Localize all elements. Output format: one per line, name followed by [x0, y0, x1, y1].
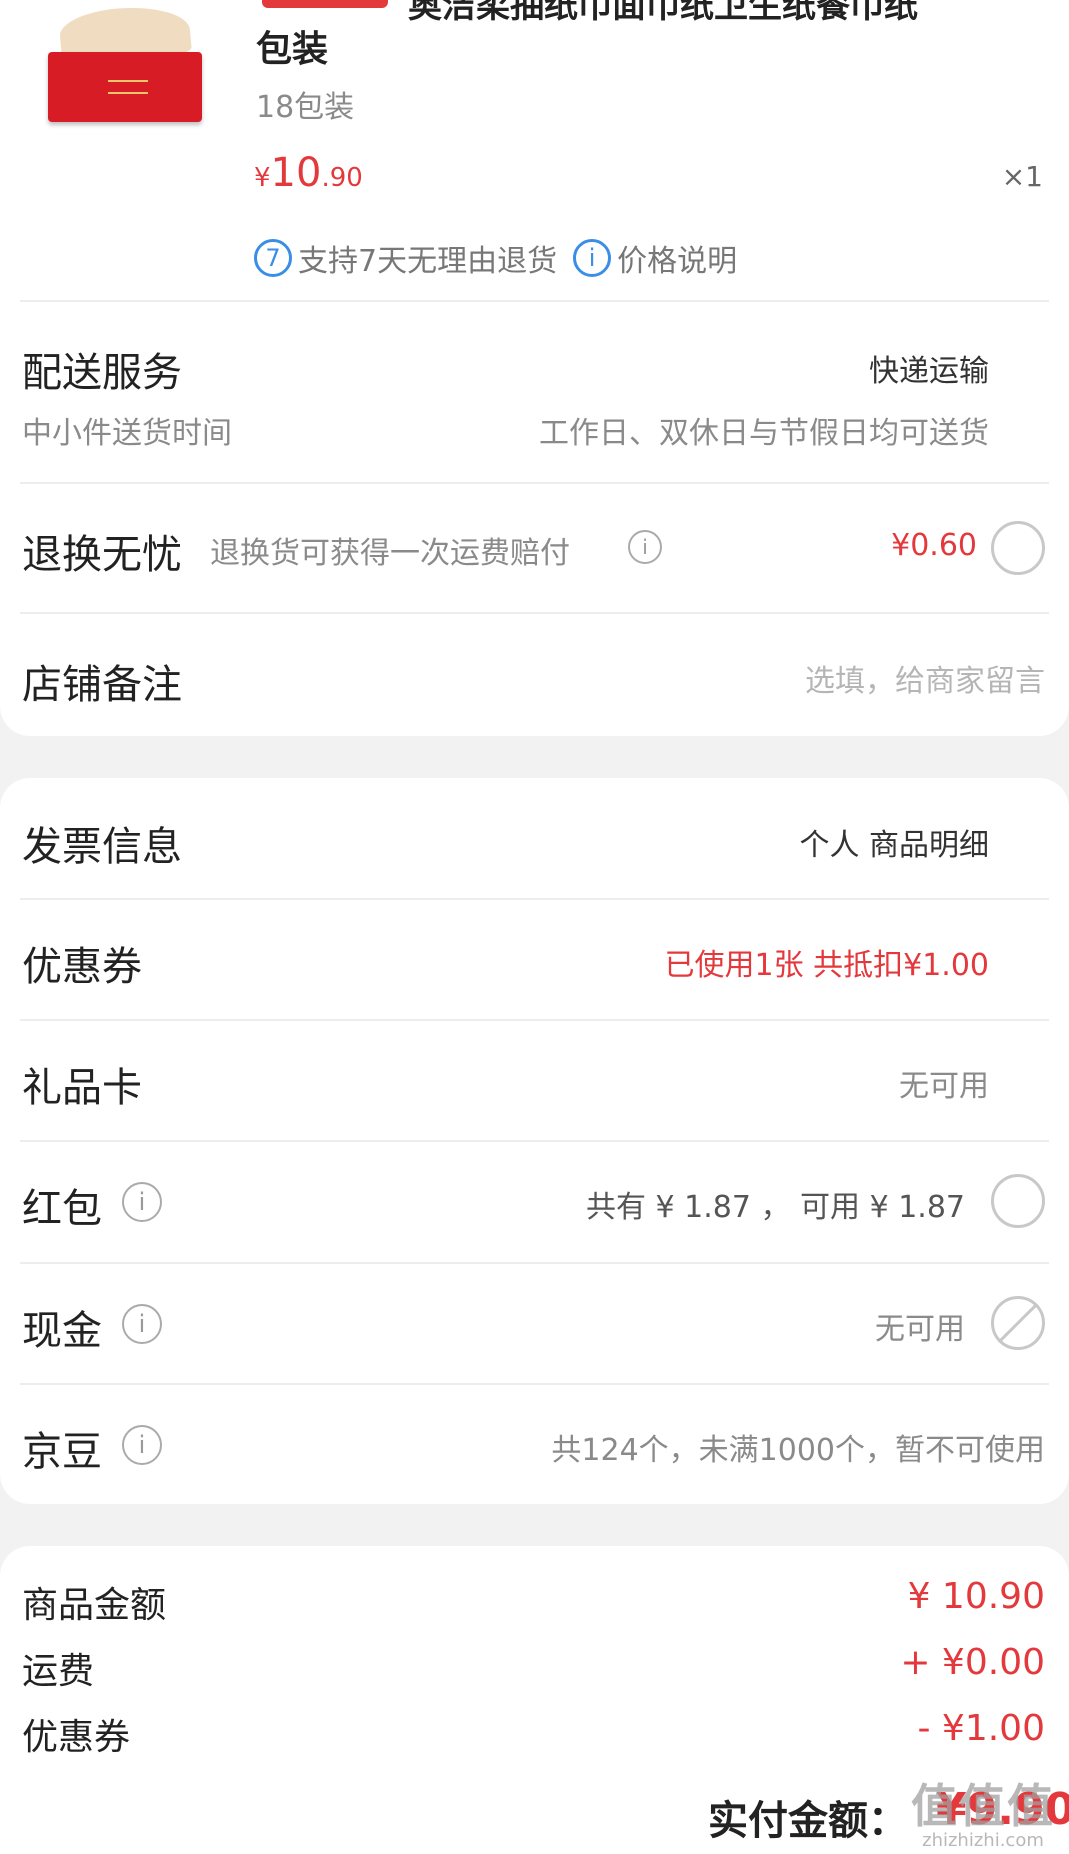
gift-card-value: 无可用 [899, 1069, 989, 1104]
payment-options-card: 发票信息 个人 商品明细 优惠券 已使用1张 共抵扣¥1.00 礼品卡 无可用 … [0, 778, 1069, 1504]
product-title[interactable]: 包装 [256, 20, 328, 72]
info-icon: i [573, 239, 612, 277]
divider [20, 1262, 1049, 1264]
invoice-value: 个人 商品明细 [799, 828, 989, 863]
jingdou-title: 京豆 [22, 1429, 102, 1475]
divider [20, 612, 1049, 614]
coupon-title: 优惠券 [22, 944, 142, 990]
coupon-value: 已使用1张 共抵扣¥1.00 [664, 948, 989, 983]
product-title-cut: 奥洁柔抽纸巾面巾纸卫生纸餐巾纸 [408, 0, 918, 26]
product-price: ¥10.90 [254, 150, 363, 196]
delivery-title: 配送服务 [22, 350, 182, 396]
service-badges: 7 支持7天无理由退货 i 价格说明 [254, 236, 737, 280]
delivery-time-value: 工作日、双休日与节假日均可送货 [539, 416, 989, 451]
cash-value: 无可用 [875, 1312, 965, 1347]
shipping-value: + ¥0.00 [900, 1642, 1045, 1683]
return-insurance-title: 退换无忧 [22, 532, 182, 578]
shipping-label: 运费 [22, 1651, 95, 1692]
red-packet-title: 红包 [22, 1186, 102, 1232]
delivery-method: 快递运输 [869, 354, 989, 389]
product-card: 奥洁柔抽纸巾面巾纸卫生纸餐巾纸 包装 18包装 ¥10.90 ×1 7 支持7天… [0, 0, 1069, 736]
order-summary-card: 商品金额 ¥ 10.90 运费 + ¥0.00 优惠券 - ¥1.00 [0, 1546, 1069, 1854]
return-insurance-desc: 退换货可获得一次运费赔付 [210, 536, 570, 571]
delivery-time-label: 中小件送货时间 [22, 416, 232, 451]
shop-note-title: 店铺备注 [22, 662, 182, 708]
cash-disabled-radio [991, 1296, 1045, 1350]
product-image[interactable] [46, 0, 206, 125]
divider [20, 1140, 1049, 1142]
divider [20, 1383, 1049, 1385]
return-insurance-radio[interactable] [991, 521, 1045, 575]
red-packet-radio[interactable] [991, 1174, 1045, 1228]
divider [20, 300, 1049, 302]
gift-card-title: 礼品卡 [22, 1065, 142, 1111]
goods-amount-label: 商品金额 [22, 1585, 167, 1626]
divider [20, 898, 1049, 900]
jingdou-value: 共124个，未满1000个，暂不可使用 [551, 1433, 1045, 1468]
product-spec: 18包装 [256, 90, 355, 125]
coupon-discount-value: - ¥1.00 [917, 1708, 1046, 1749]
price-explain-link[interactable]: 价格说明 [617, 236, 737, 280]
return-insurance-price: ¥0.60 [891, 528, 977, 563]
invoice-title: 发票信息 [22, 824, 182, 870]
coupon-discount-label: 优惠券 [22, 1717, 131, 1758]
product-tag [262, 0, 388, 8]
info-icon[interactable]: i [122, 1182, 162, 1222]
info-icon[interactable]: i [122, 1304, 162, 1344]
goods-amount-value: ¥ 10.90 [907, 1576, 1045, 1617]
shop-note-input[interactable]: 选填，给商家留言 [805, 656, 1045, 700]
site-watermark: 值值值 zhizhizhi.com [911, 1779, 1055, 1851]
seven-day-return-icon: 7 [254, 239, 292, 277]
info-icon[interactable]: i [122, 1425, 162, 1465]
divider [20, 1019, 1049, 1021]
seven-day-return-label[interactable]: 支持7天无理由退货 [298, 236, 557, 280]
info-icon[interactable]: i [628, 530, 662, 564]
divider [20, 482, 1049, 484]
red-packet-value: 共有 ¥ 1.87 ， 可用 ¥ 1.87 [586, 1190, 965, 1225]
product-quantity: ×1 [1001, 160, 1043, 193]
cash-title: 现金 [22, 1308, 102, 1354]
total-label: 实付金额： [708, 1798, 908, 1844]
